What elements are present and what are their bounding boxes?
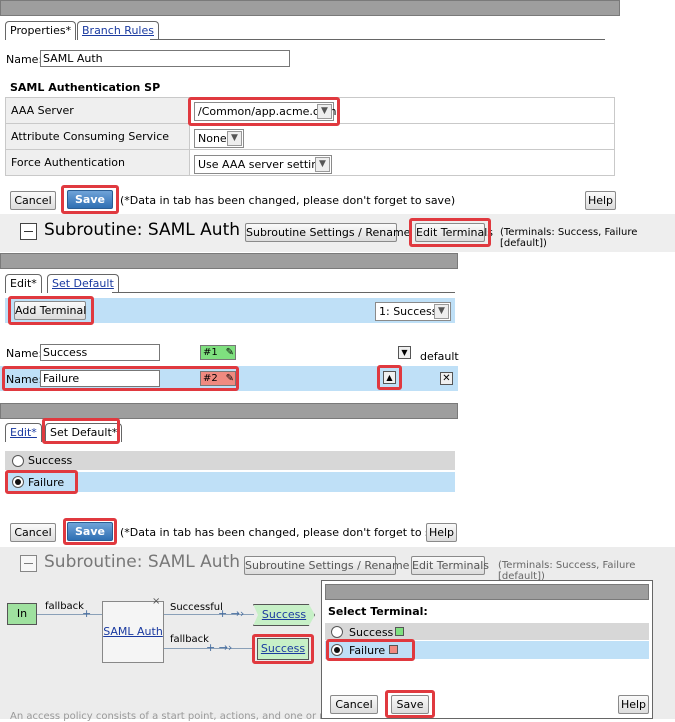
popup-radio-failure[interactable] xyxy=(331,644,343,656)
add-terminal-button[interactable]: Add Terminal xyxy=(14,301,86,320)
section-title: SAML Authentication SP xyxy=(10,81,161,94)
flow-node-close-icon[interactable]: × xyxy=(152,596,160,607)
flow-in-node[interactable]: In xyxy=(7,603,37,625)
attribute-service-cell xyxy=(189,123,615,150)
tab-divider xyxy=(112,292,455,293)
help-button[interactable]: Help xyxy=(426,523,457,542)
flow-subroutine-title: Subroutine: SAML Auth xyxy=(44,552,241,572)
terminal2-name-label: Name: xyxy=(6,373,43,386)
cancel-button[interactable]: Cancel xyxy=(10,523,56,542)
flow-terminal-success[interactable]: Success xyxy=(253,604,315,626)
terminals-text: (Terminals: Success, Failure [default]) xyxy=(500,227,638,249)
terminal1-name-label: Name: xyxy=(6,347,43,360)
option-success-label: Success xyxy=(28,454,73,467)
flow-terminals-text: (Terminals: Success, Failure [default]) xyxy=(498,560,636,582)
terminal1-color-chip[interactable]: #1 ✎ xyxy=(200,345,236,360)
flow-edit-terminals-button[interactable]: Edit Terminals xyxy=(411,556,489,575)
name-label: Name: xyxy=(6,53,43,66)
option-success-row xyxy=(5,451,455,470)
popup-radio-success[interactable] xyxy=(331,626,343,638)
option-failure-row xyxy=(5,472,455,492)
tab-set-default[interactable]: Set Default* xyxy=(45,423,123,442)
success-color-swatch xyxy=(395,627,404,636)
popup-header-bar xyxy=(325,584,649,600)
panel2-header-bar xyxy=(0,253,458,269)
tab-set-default[interactable]: Set Default xyxy=(47,274,119,293)
popup-option-failure-label: Failure xyxy=(349,644,386,657)
subroutine-settings-button[interactable]: Subroutine Settings / Rename xyxy=(245,223,410,242)
attribute-service-label: Attribute Consuming Service xyxy=(5,123,190,150)
subroutine-title: Subroutine: SAML Auth xyxy=(44,220,241,240)
collapse-icon[interactable] xyxy=(20,555,37,572)
popup-save-button[interactable]: Save xyxy=(391,695,429,714)
force-auth-label: Force Authentication xyxy=(5,149,190,176)
force-auth-select[interactable]: Use AAA server setting ▼ xyxy=(194,155,332,174)
terminal-order-select[interactable]: 1: Success ▼ xyxy=(375,302,451,321)
terminal2-color-chip[interactable]: #2 ✎ xyxy=(200,371,236,386)
chevron-down-icon: ▼ xyxy=(317,104,332,119)
aaa-server-select[interactable]: /Common/app.acme.com ▼ xyxy=(194,102,336,121)
tab-divider xyxy=(150,39,605,40)
move-up-button[interactable]: ▲ xyxy=(383,371,396,384)
flow-add-icon[interactable]: + →› xyxy=(218,607,244,620)
cancel-button[interactable]: Cancel xyxy=(10,191,56,210)
flow-terminal-fallback[interactable]: Success xyxy=(257,638,309,660)
default-header: default xyxy=(420,350,459,363)
panel3-header-bar xyxy=(0,403,458,419)
pen-icon: ✎ xyxy=(225,347,234,358)
chevron-down-icon: ▼ xyxy=(227,131,242,146)
flow-saml-auth-node[interactable]: SAML Auth xyxy=(102,601,164,663)
edit-terminals-button[interactable]: Edit Terminals xyxy=(415,223,493,242)
flow-add-icon[interactable]: + →› xyxy=(206,641,232,654)
table-row: Attribute Consuming Service xyxy=(5,123,615,150)
flow-settings-button[interactable]: Subroutine Settings / Rename xyxy=(244,556,409,575)
tab-edit[interactable]: Edit* xyxy=(5,274,42,293)
flow-fallback-label: fallback xyxy=(45,601,84,612)
tab-properties[interactable]: Properties* xyxy=(5,21,77,40)
panel1-header-bar xyxy=(0,0,620,16)
flow-connector xyxy=(37,614,102,615)
pen-icon: ✎ xyxy=(225,373,234,384)
flow-footer-text: An access policy consists of a start poi… xyxy=(10,711,336,722)
popup-title: Select Terminal: xyxy=(328,605,428,618)
option-failure-label: Failure xyxy=(28,476,65,489)
save-button[interactable]: Save xyxy=(67,190,113,209)
popup-option-success-label: Success xyxy=(349,626,394,639)
terminal2-name-field[interactable]: Failure xyxy=(40,370,160,387)
unsaved-notice: (*Data in tab has been changed, please d… xyxy=(120,194,456,207)
chevron-down-icon: ▼ xyxy=(315,157,330,172)
move-down-button[interactable]: ▼ xyxy=(398,346,411,359)
unsaved-notice: (*Data in tab has been changed, please d… xyxy=(120,526,456,539)
attribute-service-select[interactable]: None ▼ xyxy=(194,129,244,148)
chevron-down-icon: ▼ xyxy=(434,304,449,319)
failure-color-swatch xyxy=(389,645,398,654)
name-field[interactable]: SAML Auth xyxy=(40,50,290,67)
collapse-icon[interactable] xyxy=(20,223,37,240)
tab-branch-rules[interactable]: Branch Rules xyxy=(77,21,159,40)
popup-cancel-button[interactable]: Cancel xyxy=(330,695,378,714)
flow-fallback2-label: fallback xyxy=(170,634,209,645)
terminal1-name-field[interactable]: Success xyxy=(40,344,160,361)
radio-failure[interactable] xyxy=(12,476,24,488)
flow-add-icon[interactable]: + xyxy=(82,607,91,620)
flow-successful-label: Successful xyxy=(170,602,223,613)
popup-help-button[interactable]: Help xyxy=(618,695,649,714)
save-button[interactable]: Save xyxy=(67,522,113,541)
aaa-server-label: AAA Server xyxy=(5,97,190,124)
help-button[interactable]: Help xyxy=(585,191,616,210)
default-close-icon[interactable]: ✕ xyxy=(440,372,453,385)
radio-success[interactable] xyxy=(12,455,24,467)
tab-edit[interactable]: Edit* xyxy=(5,423,42,442)
